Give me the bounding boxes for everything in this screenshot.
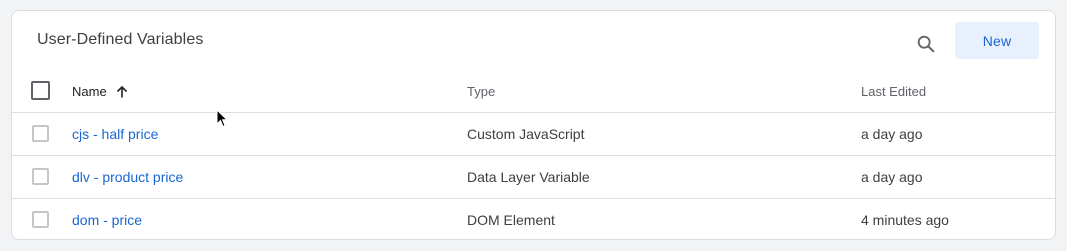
row-checkbox[interactable] bbox=[32, 168, 49, 185]
variable-name-link[interactable]: dom - price bbox=[72, 199, 142, 239]
mouse-pointer-icon bbox=[216, 109, 228, 128]
row-checkbox[interactable] bbox=[32, 125, 49, 142]
last-edited-column-header[interactable]: Last Edited bbox=[861, 70, 926, 113]
table-row: cjs - half price Custom JavaScript a day… bbox=[12, 112, 1055, 155]
table-row: dom - price DOM Element 4 minutes ago bbox=[12, 198, 1055, 239]
variable-type: Data Layer Variable bbox=[467, 169, 590, 185]
arrow-up-icon bbox=[115, 85, 129, 99]
name-column-header[interactable]: Name bbox=[72, 70, 129, 113]
search-button[interactable] bbox=[910, 28, 942, 60]
type-column-header[interactable]: Type bbox=[467, 70, 495, 113]
variable-last-edited: a day ago bbox=[861, 126, 923, 142]
name-column-label: Name bbox=[72, 84, 107, 99]
variable-last-edited: a day ago bbox=[861, 169, 923, 185]
variable-type: Custom JavaScript bbox=[467, 126, 585, 142]
table-row: dlv - product price Data Layer Variable … bbox=[12, 155, 1055, 198]
card-title: User-Defined Variables bbox=[37, 31, 204, 48]
variable-last-edited: 4 minutes ago bbox=[861, 212, 949, 228]
new-button[interactable]: New bbox=[955, 22, 1039, 59]
user-defined-variables-card: User-Defined Variables New Name Type Las… bbox=[11, 10, 1056, 240]
variable-name-link[interactable]: dlv - product price bbox=[72, 156, 183, 198]
variable-name-link[interactable]: cjs - half price bbox=[72, 113, 158, 155]
select-all-checkbox[interactable] bbox=[31, 81, 50, 100]
row-checkbox[interactable] bbox=[32, 211, 49, 228]
variable-type: DOM Element bbox=[467, 212, 555, 228]
search-icon bbox=[917, 35, 935, 53]
table-header-row: Name Type Last Edited bbox=[12, 70, 1055, 113]
